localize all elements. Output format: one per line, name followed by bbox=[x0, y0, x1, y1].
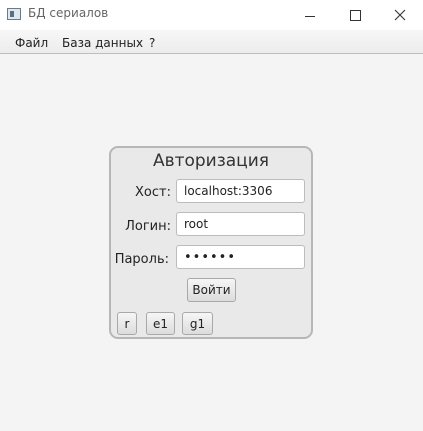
close-icon bbox=[394, 9, 406, 21]
window-title: БД сериалов bbox=[28, 6, 109, 20]
password-input[interactable] bbox=[176, 245, 305, 269]
close-button[interactable] bbox=[377, 0, 423, 30]
menu-file[interactable]: Файл bbox=[15, 36, 48, 50]
password-label: Пароль: bbox=[114, 252, 169, 267]
menu-bar: Файл База данных ? bbox=[0, 30, 423, 54]
auth-title: Авторизация bbox=[152, 151, 270, 171]
menu-database[interactable]: База данных bbox=[62, 36, 143, 50]
quick-r-button[interactable]: r bbox=[117, 312, 137, 335]
login-label: Логин: bbox=[125, 219, 171, 234]
quick-g1-button[interactable]: g1 bbox=[182, 312, 213, 335]
maximize-button[interactable] bbox=[332, 0, 378, 30]
host-label: Хост: bbox=[135, 185, 171, 200]
minimize-icon bbox=[305, 15, 315, 17]
minimize-button[interactable] bbox=[287, 0, 333, 30]
login-button[interactable]: Войти bbox=[187, 278, 236, 302]
login-input[interactable] bbox=[176, 212, 305, 236]
host-input[interactable] bbox=[176, 179, 305, 203]
quick-e1-button[interactable]: e1 bbox=[146, 312, 175, 335]
app-window-icon bbox=[7, 8, 21, 20]
auth-panel: Авторизация Хост: Логин: Пароль: Войти r… bbox=[109, 146, 313, 339]
maximize-icon bbox=[349, 9, 361, 21]
title-bar[interactable]: БД сериалов bbox=[0, 0, 423, 30]
menu-help[interactable]: ? bbox=[149, 36, 155, 50]
